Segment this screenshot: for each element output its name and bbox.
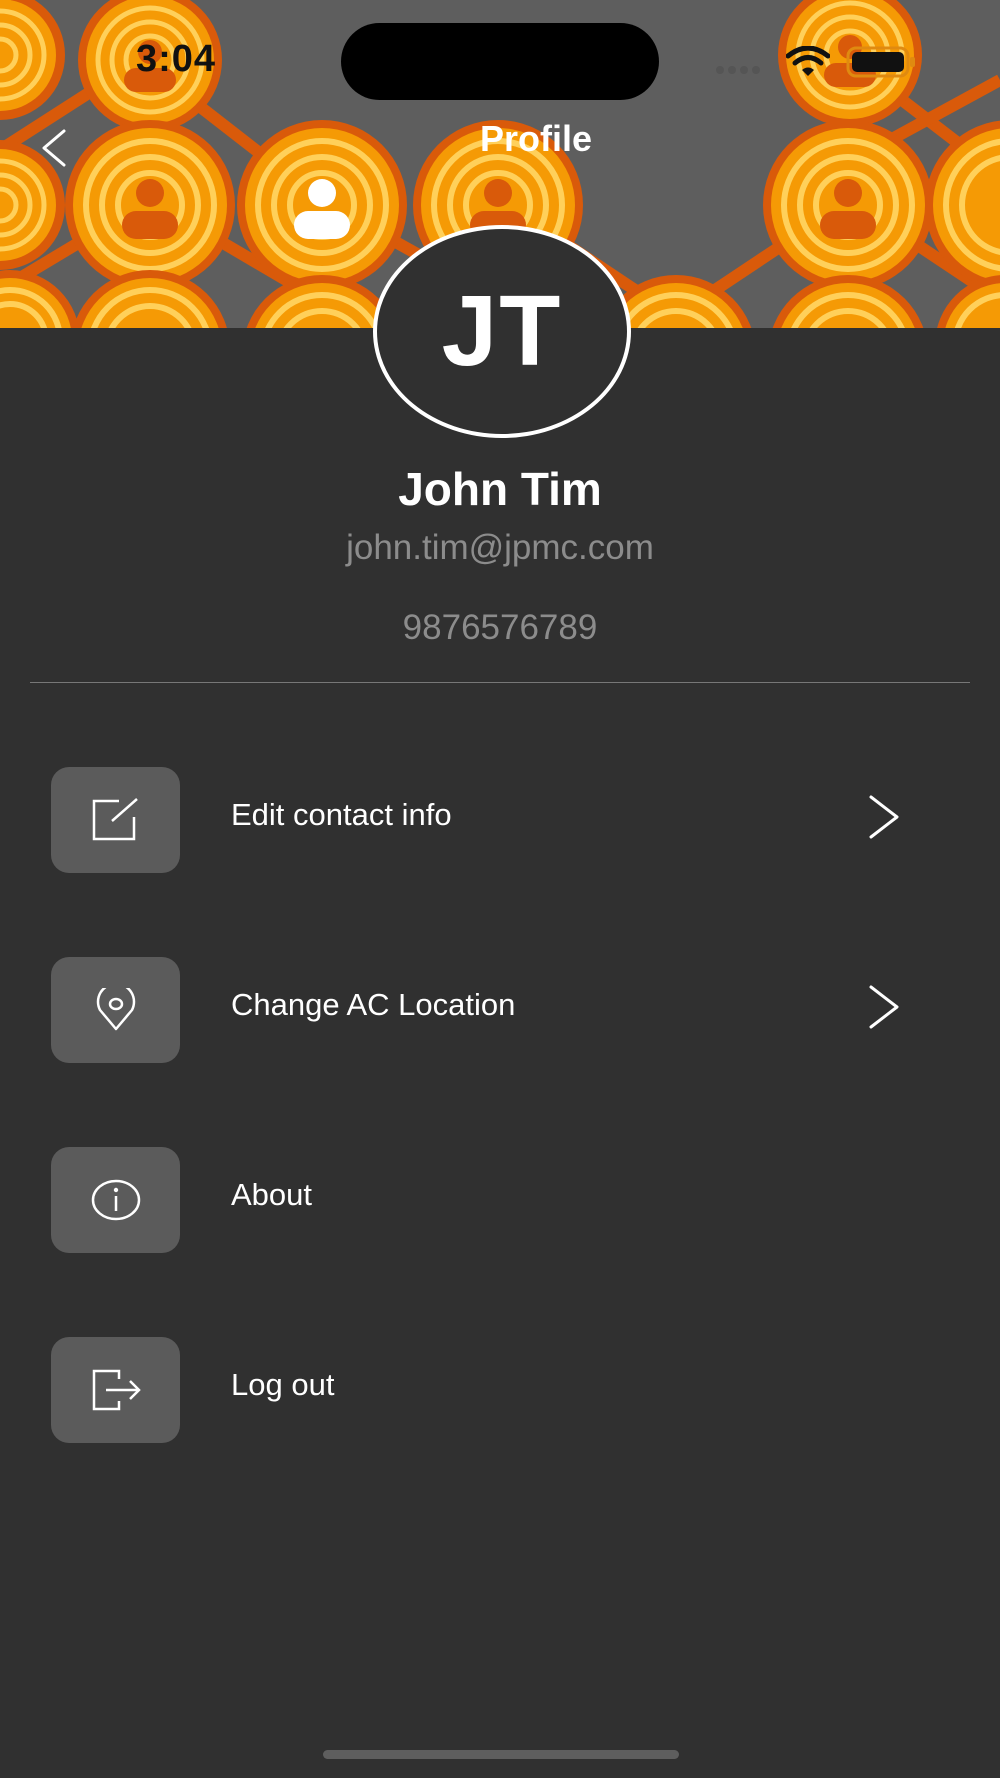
chevron-right-icon [869,795,899,839]
user-email: john.tim@jpmc.com [346,528,654,567]
menu-item-log-out[interactable]: Log out [0,1337,1000,1443]
wifi-icon [786,46,830,76]
menu-icon-box [51,957,180,1063]
logout-icon [92,1369,141,1411]
page-title: Profile [479,118,593,159]
menu-item-label: About [231,1177,313,1212]
chevron-right-icon [869,985,899,1029]
menu-icon-box [51,767,180,873]
location-pin-icon [96,988,135,1031]
menu-icon-box [51,1147,180,1253]
user-name: John Tim [398,463,602,515]
menu-item-about[interactable]: About [0,1147,1000,1253]
info-icon [91,1179,140,1221]
dynamic-island [341,23,659,100]
signal-dots-icon [716,66,760,74]
menu-icon-box [51,1337,180,1443]
battery-icon [846,46,915,78]
menu-item-label: Change AC Location [231,987,516,1022]
menu-item-label: Log out [231,1367,335,1402]
home-indicator[interactable] [323,1750,679,1759]
status-time: 3:04 [136,38,217,80]
avatar-initials: JT [441,275,563,387]
menu-item-change-ac-location[interactable]: Change AC Location [0,957,1000,1063]
menu-item-edit-contact-info[interactable]: Edit contact info [0,767,1000,873]
edit-icon [92,798,138,841]
user-phone: 9876576789 [402,608,598,647]
avatar: JT [373,225,631,438]
divider [30,682,970,683]
menu-item-label: Edit contact info [231,797,452,832]
